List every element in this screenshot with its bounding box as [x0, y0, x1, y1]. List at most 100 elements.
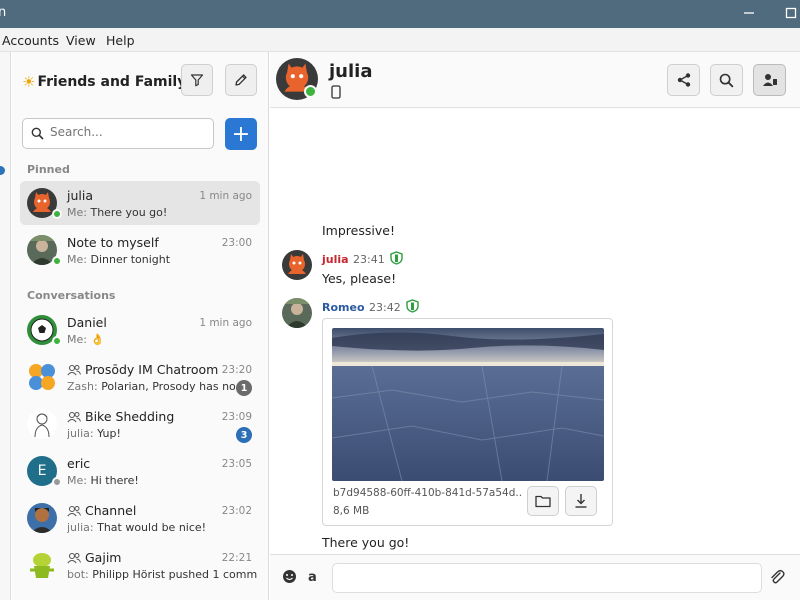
- sketch-avatar-icon: [27, 409, 57, 439]
- format-icon[interactable]: a: [307, 569, 321, 584]
- presence-offline-indicator: [52, 477, 62, 487]
- minimize-button[interactable]: [740, 4, 758, 22]
- group-chat-icon: [67, 411, 81, 422]
- search-input[interactable]: [50, 125, 208, 139]
- conversation-item-note-to-myself[interactable]: Note to myself Me: Dinner tonight 23:00: [20, 228, 260, 272]
- conversation-sidebar: ☀ Friends and Family + Pinned julia Me: …: [12, 52, 269, 600]
- conversation-time: 23:05: [221, 458, 252, 470]
- search-icon: [719, 73, 734, 87]
- conversation-time: 22:21: [221, 552, 252, 564]
- photo-avatar-icon: [282, 298, 312, 328]
- search-chat-button[interactable]: [710, 64, 743, 96]
- workspace-sun-icon: ☀: [22, 73, 36, 91]
- message-text: There you go!: [322, 535, 410, 550]
- menu-accounts[interactable]: Accounts: [2, 33, 59, 48]
- group-chat-icon: [67, 505, 81, 516]
- filter-button[interactable]: [181, 64, 213, 96]
- conversation-item-daniel[interactable]: Daniel Me: 👌 1 min ago: [20, 308, 260, 352]
- start-chat-button[interactable]: [225, 64, 257, 96]
- conversation-time: 23:09: [221, 411, 252, 423]
- conversation-preview: Zash: Polarian, Prosody has no li...: [67, 380, 239, 393]
- image-preview[interactable]: [332, 328, 604, 481]
- conversation-preview: julia: Yup!: [67, 427, 121, 440]
- conversation-name: Gajim: [67, 550, 121, 565]
- conversation-name: Note to myself: [67, 235, 159, 250]
- chat-header: julia: [270, 52, 800, 108]
- file-attachment-card: b7d94588-60ff-410b-841d-57a54d... 8,6 MB: [322, 318, 613, 526]
- menu-view[interactable]: View: [66, 33, 96, 48]
- message-avatar[interactable]: [282, 250, 312, 280]
- workspace-header: ☀ Friends and Family: [22, 73, 186, 91]
- maximize-button[interactable]: [782, 4, 800, 22]
- chat-title: julia: [329, 61, 373, 82]
- conversation-time: 23:20: [221, 364, 252, 376]
- attach-icon[interactable]: [769, 569, 785, 585]
- phone-device-icon: [331, 85, 341, 99]
- emoji-icon[interactable]: [282, 569, 297, 584]
- conversation-name: Daniel: [67, 315, 107, 330]
- file-name: b7d94588-60ff-410b-841d-57a54d...: [333, 487, 523, 499]
- encryption-shield-icon[interactable]: [390, 251, 403, 265]
- conversation-name: julia: [67, 188, 94, 203]
- group-chat-icon: [67, 364, 81, 375]
- message-sender[interactable]: julia: [322, 253, 349, 266]
- presence-online-indicator: [52, 336, 62, 346]
- conversation-item-prosody-chatroom[interactable]: Prosōdy IM Chatroom Zash: Polarian, Pros…: [20, 355, 260, 399]
- message-text: Impressive!: [322, 223, 395, 238]
- gajim-logo-icon: [27, 550, 57, 580]
- pencil-icon: [235, 74, 247, 86]
- message-time: 23:42: [369, 301, 401, 314]
- workspace-title: Friends and Family: [37, 74, 187, 90]
- conversation-preview: bot: Philipp Hörist pushed 1 commit ...: [67, 568, 257, 581]
- unread-badge: 3: [236, 427, 252, 443]
- message-sender[interactable]: Romeo: [322, 301, 365, 314]
- conversation-item-julia[interactable]: julia Me: There you go! 1 min ago: [20, 181, 260, 225]
- conversation-item-gajim[interactable]: Gajim bot: Philipp Hörist pushed 1 commi…: [20, 543, 260, 587]
- presence-online-indicator: [304, 85, 317, 98]
- avatar: [27, 550, 57, 580]
- workspace-unread-indicator: [0, 166, 5, 175]
- avatar: [27, 409, 57, 439]
- conversation-item-eric[interactable]: E eric Me: Hi there! 23:05: [20, 449, 260, 493]
- contact-info-button[interactable]: [753, 64, 786, 96]
- conversation-item-channel[interactable]: Channel julia: That would be nice! 23:02: [20, 496, 260, 540]
- filter-icon: [190, 74, 204, 87]
- conversation-preview: julia: That would be nice!: [67, 521, 207, 534]
- add-button[interactable]: +: [225, 118, 257, 150]
- message-text: Yes, please!: [322, 271, 397, 286]
- conversation-preview: Me: There you go!: [67, 206, 168, 219]
- file-size: 8,6 MB: [333, 505, 370, 517]
- title-bar: n: [0, 0, 800, 28]
- conversation-item-bike-shedding[interactable]: Bike Shedding julia: Yup! 23:09 3: [20, 402, 260, 446]
- menu-help[interactable]: Help: [106, 33, 135, 48]
- menu-bar: Accounts View Help: [0, 28, 800, 52]
- message-input[interactable]: [332, 563, 762, 593]
- message-avatar[interactable]: [282, 298, 312, 328]
- folder-icon: [535, 495, 551, 508]
- avatar: [27, 503, 57, 533]
- message-composer: a: [270, 554, 800, 600]
- search-field[interactable]: [22, 118, 214, 149]
- octocat-avatar-icon: [282, 250, 312, 280]
- unread-badge: 1: [236, 380, 252, 396]
- share-button[interactable]: [667, 64, 700, 96]
- plus-icon: +: [231, 121, 251, 147]
- encryption-shield-icon[interactable]: [406, 299, 419, 313]
- conversation-time: 1 min ago: [199, 317, 252, 329]
- share-icon: [677, 73, 690, 87]
- conversation-name: Bike Shedding: [67, 409, 174, 424]
- svg-text:a: a: [308, 570, 317, 584]
- conversation-preview: Me: Hi there!: [67, 474, 139, 487]
- download-button[interactable]: [565, 486, 597, 516]
- pinned-section-label: Pinned: [27, 163, 70, 176]
- conversation-time: 1 min ago: [199, 190, 252, 202]
- avatar: [27, 362, 57, 392]
- conversation-name: eric: [67, 456, 91, 471]
- group-chat-icon: [67, 552, 81, 563]
- maximize-icon: [785, 7, 797, 19]
- workspace-rail: [0, 52, 11, 600]
- open-folder-button[interactable]: [527, 486, 559, 516]
- search-icon: [31, 127, 44, 140]
- message-list: Impressive! julia 23:41 Yes, please! Rom…: [270, 108, 800, 554]
- presence-online-indicator: [52, 209, 62, 219]
